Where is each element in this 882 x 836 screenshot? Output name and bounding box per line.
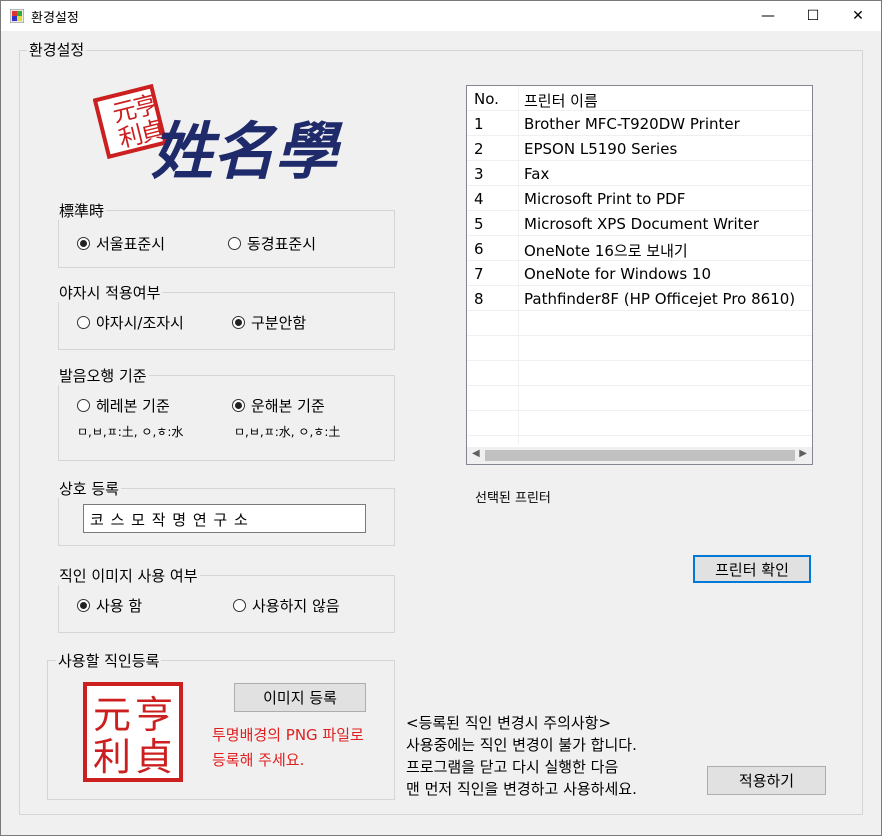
logo: 元 亨 利 貞 姓名學	[92, 81, 353, 188]
radio-no-seal[interactable]: 사용하지 않음	[233, 595, 340, 616]
radio-unchecked-icon	[77, 399, 90, 412]
notice-line2: 사용중에는 직인 변경이 불가 합니다.	[406, 736, 637, 754]
minimize-icon: —	[761, 8, 775, 24]
horizontal-scrollbar[interactable]: ◀ ▶	[467, 447, 812, 464]
radio-seoul-time[interactable]: 서울표준시	[77, 233, 165, 254]
radio-checked-icon	[232, 399, 245, 412]
standard-time-legend: 標準時	[57, 202, 107, 220]
list-item[interactable]: 8 Pathfinder8F (HP Officejet Pro 8610)	[467, 286, 812, 311]
list-item[interactable]: 5 Microsoft XPS Document Writer	[467, 211, 812, 236]
herebon-note: ㅁ,ㅂ,ㅍ:土, ㅇ,ㅎ:水	[77, 425, 184, 439]
radio-tokyo-time[interactable]: 동경표준시	[228, 233, 316, 254]
check-printer-button[interactable]: 프린터 확인	[693, 555, 811, 583]
radio-no-split[interactable]: 구분안함	[232, 312, 306, 333]
list-header: No. 프린터 이름	[467, 86, 812, 111]
list-item[interactable]: 3 Fax	[467, 161, 812, 186]
maximize-icon: ☐	[806, 8, 820, 24]
scroll-left-icon[interactable]: ◀	[472, 448, 480, 459]
radio-unhaebon[interactable]: 운해본 기준	[232, 395, 325, 416]
logo-graphic: 元 亨 利 貞 姓名學	[92, 83, 343, 188]
business-name-input[interactable]: 코 스 모 작 명 연 구 소	[83, 504, 366, 533]
title-bar: 환경설정 — ☐ ✕	[1, 1, 881, 31]
notice-title: <등록된 직인 변경시 주의사항>	[406, 714, 612, 732]
printer-list[interactable]: No. 프린터 이름 1 Brother MFC-T920DW Printer 2…	[466, 85, 813, 465]
minimize-button[interactable]: —	[745, 1, 791, 31]
svg-text:利: 利	[93, 735, 131, 779]
night-hour-legend: 야자시 적용여부	[57, 284, 163, 302]
scroll-right-icon[interactable]: ▶	[799, 448, 807, 459]
maximize-button[interactable]: ☐	[790, 1, 836, 31]
header-printer-name[interactable]: 프린터 이름	[524, 90, 598, 111]
radio-checked-icon	[77, 237, 90, 250]
window-title: 환경설정	[31, 11, 79, 26]
seal-hint-line2: 등록해 주세요.	[212, 751, 305, 769]
svg-text:姓名學: 姓名學	[151, 115, 343, 187]
radio-use-seal[interactable]: 사용 함	[77, 595, 142, 616]
empty-row	[467, 336, 812, 361]
list-item[interactable]: 1 Brother MFC-T920DW Printer	[467, 111, 812, 136]
list-item[interactable]: 2 EPSON L5190 Series	[467, 136, 812, 161]
empty-row	[467, 311, 812, 336]
empty-row	[467, 386, 812, 411]
radio-herebon[interactable]: 헤레본 기준	[77, 395, 170, 416]
seal-usage-legend: 직인 이미지 사용 여부	[57, 567, 200, 585]
radio-unchecked-icon	[77, 316, 90, 329]
register-image-button[interactable]: 이미지 등록	[234, 683, 366, 712]
notice-line3: 프로그램을 닫고 다시 실행한 다음	[406, 758, 619, 776]
seal-register-legend: 사용할 직인등록	[56, 652, 162, 670]
svg-text:元: 元	[93, 693, 131, 737]
list-item[interactable]: 4 Microsoft Print to PDF	[467, 186, 812, 211]
list-item[interactable]: 6 OneNote 16으로 보내기	[467, 236, 812, 261]
main-group-legend: 환경설정	[27, 41, 87, 59]
app-icon	[10, 9, 24, 23]
selected-printer-label: 선택된 프린터	[475, 491, 551, 506]
radio-night-hour-split[interactable]: 야자시/조자시	[77, 312, 184, 333]
empty-row	[467, 411, 812, 436]
radio-unchecked-icon	[233, 599, 246, 612]
radio-checked-icon	[232, 316, 245, 329]
radio-checked-icon	[77, 599, 90, 612]
pronunciation-group	[58, 375, 395, 461]
close-button[interactable]: ✕	[835, 1, 881, 31]
svg-text:貞: 貞	[135, 735, 173, 779]
settings-window: 환경설정 — ☐ ✕ 환경설정 元 亨 利 貞 姓名學 標準時 서울표준시 동경…	[0, 0, 882, 836]
header-no[interactable]: No.	[474, 90, 499, 108]
seal-image: 元 亨 利 貞	[83, 682, 183, 782]
seal-graphic: 元 亨 利 貞	[83, 682, 183, 782]
close-icon: ✕	[852, 8, 864, 24]
notice-line4: 맨 먼저 직인을 변경하고 사용하세요.	[406, 780, 637, 798]
empty-row	[467, 361, 812, 386]
seal-hint-line1: 투명배경의 PNG 파일로	[212, 726, 364, 744]
svg-text:亨: 亨	[135, 693, 173, 737]
scrollbar-thumb[interactable]	[485, 450, 795, 461]
list-item[interactable]: 7 OneNote for Windows 10	[467, 261, 812, 286]
apply-button[interactable]: 적용하기	[707, 766, 826, 795]
unhaebon-note: ㅁ,ㅂ,ㅍ:水, ㅇ,ㅎ:土	[234, 425, 341, 439]
business-name-legend: 상호 등록	[57, 480, 121, 498]
radio-unchecked-icon	[228, 237, 241, 250]
pronunciation-legend: 발음오행 기준	[57, 367, 149, 385]
